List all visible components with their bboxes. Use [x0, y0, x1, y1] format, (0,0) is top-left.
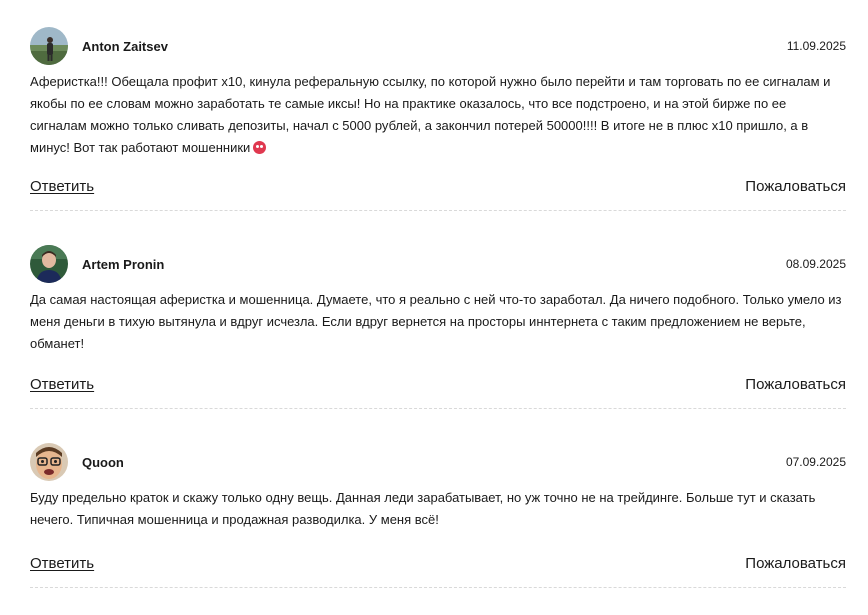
report-button[interactable]: Пожаловаться [745, 555, 846, 572]
avatar[interactable] [30, 245, 68, 283]
comment-actions: Ответить Пожаловаться [30, 372, 846, 396]
comment-body: Аферистка!!! Обещала профит х10, кинула … [30, 74, 831, 155]
comment-text: Да самая настоящая аферистка и мошенница… [30, 292, 842, 351]
comment-header: Anton Zaitsev 11.09.2025 [30, 26, 846, 66]
angry-face-emoji-icon [253, 141, 267, 154]
author-name: Anton Zaitsev [82, 38, 168, 54]
comment-actions: Ответить Пожаловаться [30, 174, 846, 198]
comment-text: Буду предельно краток и скажу только одн… [30, 490, 816, 527]
comments-list: Anton Zaitsev 11.09.2025 Аферистка!!! Об… [0, 0, 868, 615]
comment-date: 08.09.2025 [785, 257, 846, 271]
author-name: Quoon [82, 454, 124, 470]
comment-actions: Ответить Пожаловаться [30, 551, 846, 575]
reply-button[interactable]: Ответить [30, 376, 94, 393]
author-name: Artem Pronin [82, 256, 165, 272]
comment-header: Artem Pronin 08.09.2025 [30, 244, 846, 284]
comment-text: Аферистка!!! Обещала профит х10, кинула … [30, 71, 846, 159]
report-button[interactable]: Пожаловаться [745, 178, 846, 195]
avatar[interactable] [30, 443, 68, 481]
comment-date: 11.09.2025 [786, 39, 846, 53]
reply-button[interactable]: Ответить [30, 555, 94, 572]
comment-item: Artem Pronin 08.09.2025 Да самая настоящ… [30, 244, 846, 409]
divider [30, 408, 846, 409]
report-button[interactable]: Пожаловаться [745, 376, 846, 393]
divider [30, 210, 846, 211]
comment-item: Anton Zaitsev 11.09.2025 Аферистка!!! Об… [30, 26, 846, 211]
divider [30, 587, 846, 588]
comment-header: Quoon 07.09.2025 [30, 442, 846, 482]
comment-date: 07.09.2025 [785, 455, 846, 469]
reply-button[interactable]: Ответить [30, 178, 94, 195]
avatar[interactable] [30, 27, 68, 65]
comment-item: Quoon 07.09.2025 Буду предельно краток и… [30, 442, 846, 588]
